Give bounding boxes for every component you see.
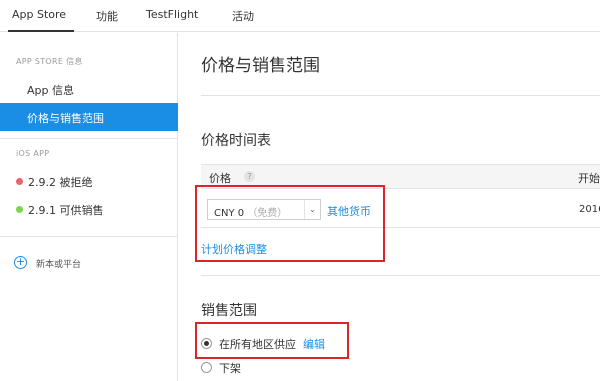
sidebar-version-ready[interactable]: 2.9.1 可供销售 — [0, 200, 178, 222]
pricing-section-title: 价格时间表 — [201, 133, 271, 149]
tab-testflight[interactable]: TestFlight — [146, 8, 198, 21]
section-divider — [201, 275, 600, 276]
sidebar-item-pricing[interactable]: 价格与销售范围 — [0, 103, 178, 131]
active-tab-indicator — [8, 30, 74, 32]
radio-button[interactable] — [201, 362, 212, 373]
add-version-label: 新本或平台 — [36, 260, 82, 270]
title-divider — [201, 95, 600, 96]
availability-section-title: 销售范围 — [201, 303, 257, 319]
sidebar-item-label: 价格与销售范围 — [27, 112, 104, 125]
sidebar-version-rejected[interactable]: 2.9.2 被拒绝 — [0, 172, 178, 194]
tab-activity[interactable]: 活动 — [232, 8, 254, 24]
status-dot-icon — [16, 178, 23, 185]
highlight-box-pricing — [195, 185, 385, 262]
status-dot-icon — [16, 206, 23, 213]
radio-label-remove: 下架 — [219, 362, 241, 375]
sidebar-section-app-store: APP STORE 信息 — [16, 57, 83, 66]
tab-features[interactable]: 功能 — [96, 8, 118, 24]
add-version-button[interactable]: + 新本或平台 — [14, 255, 174, 273]
top-nav: App Store 功能 TestFlight 活动 — [0, 0, 600, 32]
start-date-cell: 2016 — [579, 204, 600, 215]
column-header-start: 开始 — [578, 172, 600, 185]
page-title: 价格与销售范围 — [201, 56, 320, 76]
version-label: 2.9.1 可供销售 — [28, 204, 104, 217]
tab-app-store[interactable]: App Store — [12, 8, 66, 21]
version-label: 2.9.2 被拒绝 — [28, 176, 93, 189]
sidebar-item-label: App 信息 — [27, 84, 74, 97]
sidebar-item-app-info[interactable]: App 信息 — [0, 75, 178, 103]
sidebar: APP STORE 信息 App 信息 价格与销售范围 iOS APP 2.9.… — [0, 33, 178, 381]
availability-remove-option[interactable]: 下架 — [201, 359, 401, 375]
help-icon[interactable]: ? — [244, 171, 255, 182]
column-header-price: 价格 — [209, 172, 231, 185]
sidebar-divider — [0, 138, 177, 139]
plus-circle-icon: + — [14, 255, 27, 269]
sidebar-section-ios: iOS APP — [16, 149, 50, 158]
highlight-box-availability — [195, 322, 349, 359]
sidebar-divider — [0, 236, 177, 237]
